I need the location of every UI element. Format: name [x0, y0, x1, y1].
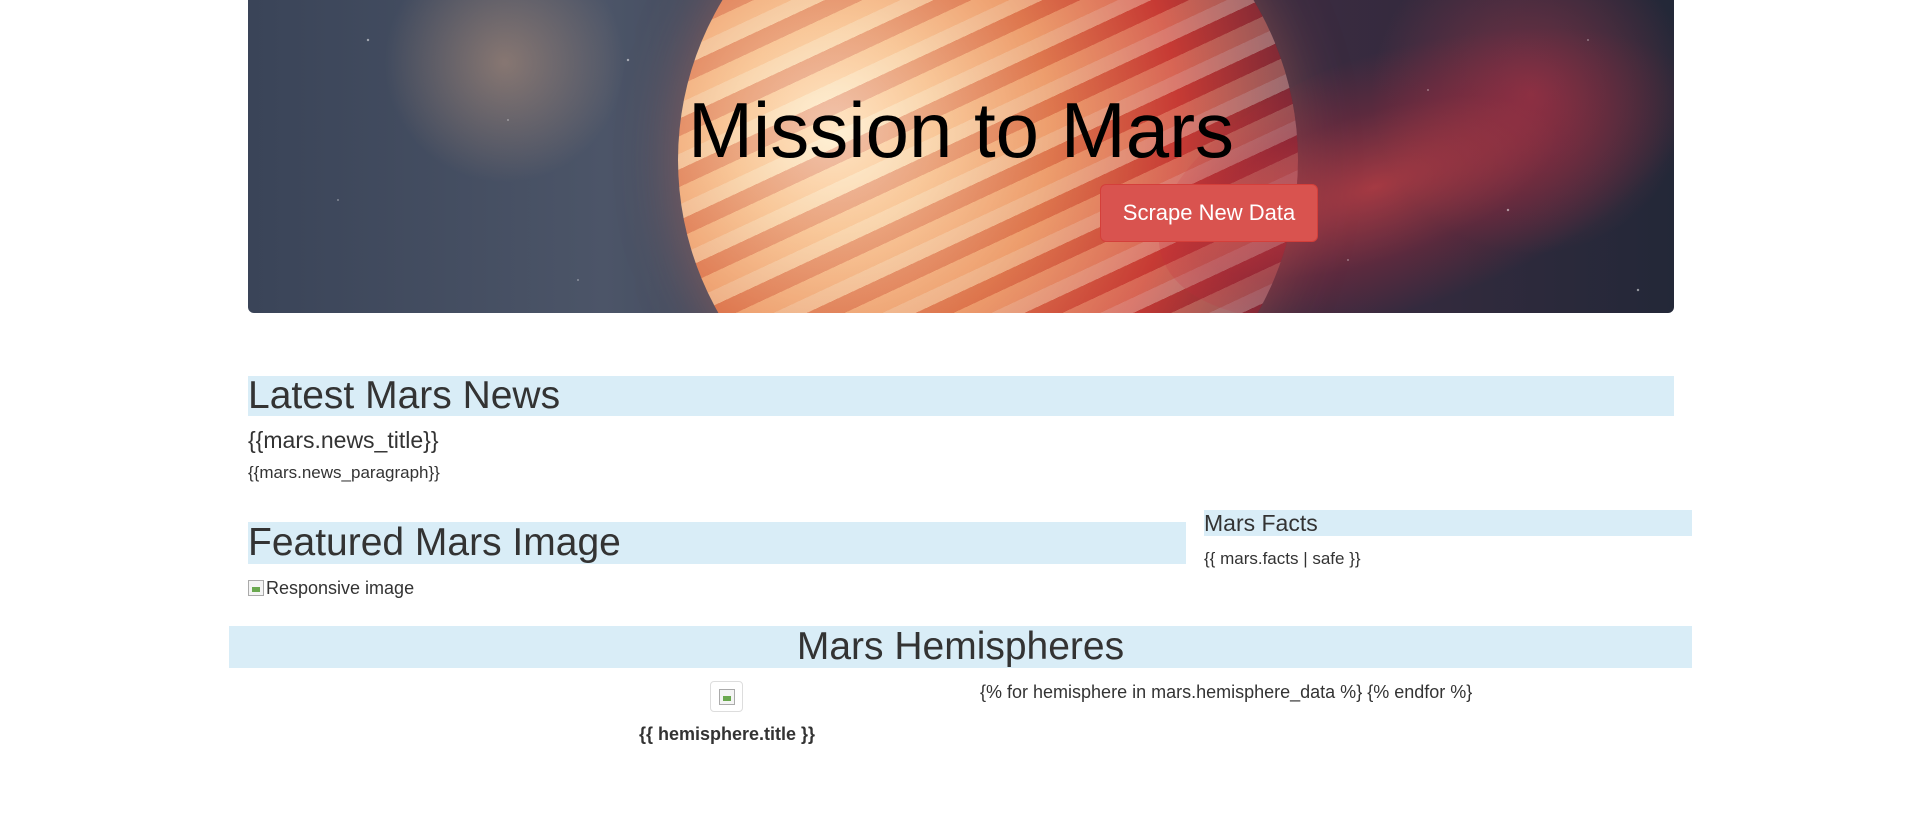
facts-section-header: Mars Facts: [1204, 510, 1692, 536]
page: Mission to Mars Scrape New Data Latest M…: [0, 0, 1920, 817]
featured-image-alt: Responsive image: [266, 578, 415, 598]
hemisphere-thumbnail[interactable]: [710, 681, 743, 712]
featured-image-heading: Featured Mars Image: [248, 521, 621, 564]
page-title: Mission to Mars: [687, 86, 1235, 174]
hero-jumbotron: Mission to Mars Scrape New Data: [248, 0, 1674, 313]
featured-image: Responsive image: [248, 577, 414, 599]
hemisphere-loop-text: {% for hemisphere in mars.hemisphere_dat…: [980, 682, 1473, 702]
broken-image-icon: [718, 688, 735, 705]
hemispheres-heading: Mars Hemispheres: [796, 625, 1125, 668]
news-title: {{mars.news_title}}: [248, 427, 439, 453]
facts-heading: Mars Facts: [1204, 510, 1318, 536]
scrape-button[interactable]: Scrape New Data: [1100, 184, 1318, 242]
news-heading: Latest Mars News: [248, 374, 561, 417]
facts-content: {{ mars.facts | safe }}: [1204, 549, 1361, 568]
news-paragraph: {{mars.news_paragraph}}: [248, 463, 440, 482]
featured-image-section-header: Featured Mars Image: [248, 522, 1186, 564]
hemispheres-section-header: Mars Hemispheres: [229, 626, 1692, 668]
news-section-header: Latest Mars News: [248, 376, 1674, 416]
hemisphere-title: {{ hemisphere.title }}: [638, 724, 816, 744]
broken-image-icon: [248, 580, 264, 596]
